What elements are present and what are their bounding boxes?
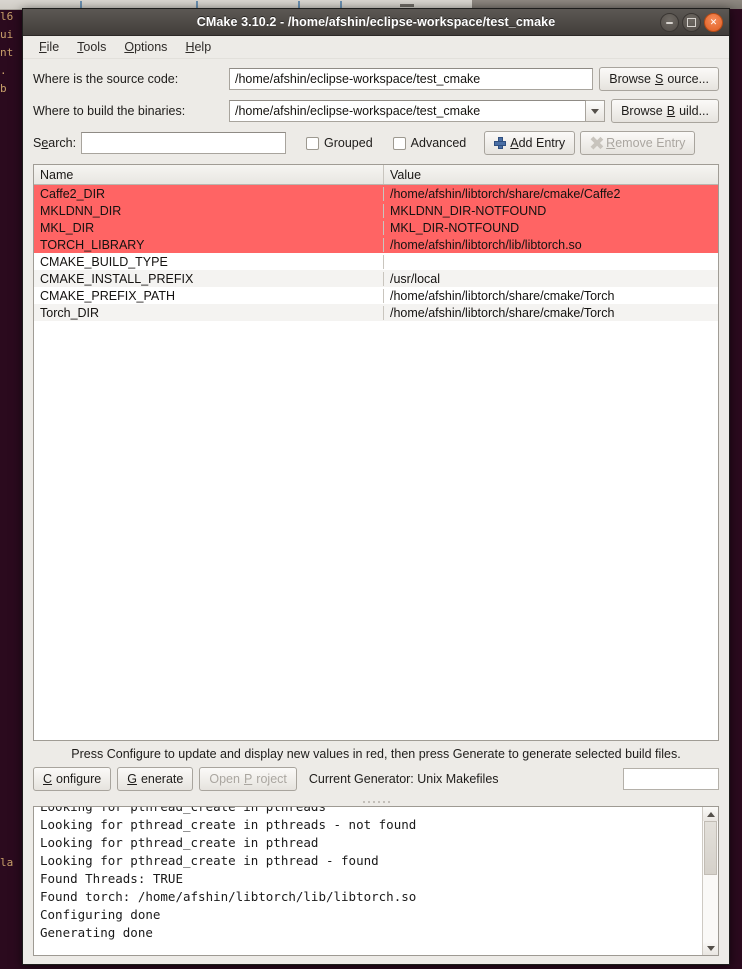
x-mark-icon [590,137,602,149]
cell-value[interactable]: /home/afshin/libtorch/share/cmake/Torch [384,289,718,303]
cell-name: CMAKE_INSTALL_PREFIX [34,271,384,286]
search-row: Search: Grouped Advanced Add Entry Remov… [33,129,719,157]
window-controls: ✕ [660,13,723,32]
path-form: Where is the source code: /home/afshin/e… [23,59,729,159]
remove-entry-button[interactable]: Remove Entry [580,131,696,155]
cell-value[interactable]: /home/afshin/libtorch/share/cmake/Caffe2 [384,187,718,201]
cell-value[interactable]: MKL_DIR-NOTFOUND [384,221,718,235]
menu-tools[interactable]: Tools [69,38,114,56]
cell-value[interactable]: MKLDNN_DIR-NOTFOUND [384,204,718,218]
cell-name: MKLDNN_DIR [34,203,384,218]
table-row[interactable]: CMAKE_BUILD_TYPE [34,253,718,270]
cell-value[interactable]: /usr/local [384,272,718,286]
open-project-button[interactable]: Open Project [199,767,297,791]
source-label: Where is the source code: [33,72,179,86]
table-row[interactable]: MKL_DIR MKL_DIR-NOTFOUND [34,219,718,236]
menubar: File Tools Options Help [23,36,729,59]
cell-name: TORCH_LIBRARY [34,237,384,252]
column-header-name[interactable]: Name [34,165,384,184]
table-row[interactable]: Caffe2_DIR/home/afshin/libtorch/share/cm… [34,185,718,202]
current-generator-label: Current Generator: Unix Makefiles [308,772,499,786]
table-header-row: Name Value [34,165,718,185]
table-body: Caffe2_DIR/home/afshin/libtorch/share/cm… [34,185,718,740]
cell-name: Caffe2_DIR [34,186,384,201]
table-row[interactable]: CMAKE_PREFIX_PATH/home/afshin/libtorch/s… [34,287,718,304]
progress-bar [623,768,719,790]
action-bar: Configure Generate Open Project Current … [23,765,729,797]
window-titlebar[interactable]: CMake 3.10.2 - /home/afshin/eclipse-work… [23,9,729,36]
table-row[interactable]: Torch_DIR/home/afshin/libtorch/share/cma… [34,304,718,321]
cell-name: CMAKE_BUILD_TYPE [34,254,384,269]
cell-name: MKL_DIR [34,220,384,235]
search-label: Search: [33,136,77,150]
cell-name: Torch_DIR [34,305,384,320]
scrollbar-thumb[interactable] [704,821,717,875]
cmake-main-window: CMake 3.10.2 - /home/afshin/eclipse-work… [22,8,730,965]
splitter-handle[interactable] [23,797,729,806]
output-log-text[interactable]: Looking for pthread_create in pthreads L… [34,807,702,955]
maximize-icon[interactable] [682,13,701,32]
window-title: CMake 3.10.2 - /home/afshin/eclipse-work… [196,15,556,29]
table-row[interactable]: TORCH_LIBRARY/home/afshin/libtorch/lib/l… [34,236,718,253]
advanced-label: Advanced [410,136,467,150]
cell-value[interactable]: /home/afshin/libtorch/lib/libtorch.so [384,238,718,252]
table-row[interactable]: CMAKE_INSTALL_PREFIX/usr/local [34,270,718,287]
advanced-checkbox[interactable]: Advanced [392,136,467,150]
source-row: Where is the source code: /home/afshin/e… [33,65,719,93]
menu-file[interactable]: File [31,38,67,56]
source-input[interactable]: /home/afshin/eclipse-workspace/test_cmak… [229,68,594,90]
build-row: Where to build the binaries: /home/afshi… [33,97,719,125]
close-icon[interactable]: ✕ [704,13,723,32]
chevron-down-icon[interactable] [586,100,606,122]
column-header-value[interactable]: Value [384,165,718,184]
scroll-down-icon[interactable] [703,941,718,955]
table-row[interactable]: MKLDNN_DIR MKLDNN_DIR-NOTFOUND [34,202,718,219]
plus-icon [494,137,507,149]
menu-help[interactable]: Help [177,38,219,56]
browse-source-button[interactable]: Browse Source... [599,67,719,91]
build-label: Where to build the binaries: [33,104,186,118]
grouped-checkbox[interactable]: Grouped [306,136,373,150]
hint-text: Press Configure to update and display ne… [71,747,681,761]
output-scrollbar[interactable] [702,807,718,955]
minimize-icon[interactable] [660,13,679,32]
background-terminal-text: l6 ui nt . b la [0,10,14,869]
add-entry-button[interactable]: Add Entry [484,131,576,155]
configure-button[interactable]: Configure [33,767,112,791]
checkbox-icon[interactable] [306,136,319,150]
cell-value[interactable]: /home/afshin/libtorch/share/cmake/Torch [384,306,718,320]
scrollbar-track[interactable] [703,821,718,941]
search-input[interactable] [81,132,286,154]
output-log-panel: Looking for pthread_create in pthreads L… [33,806,719,956]
scroll-up-icon[interactable] [703,807,718,821]
grouped-label: Grouped [324,136,373,150]
browse-build-button[interactable]: Browse Build... [611,99,719,123]
generate-button[interactable]: Generate [117,767,194,791]
build-input[interactable]: /home/afshin/eclipse-workspace/test_cmak… [229,100,587,122]
menu-options[interactable]: Options [116,38,175,56]
cache-table[interactable]: Name Value Caffe2_DIR/home/afshin/libtor… [33,164,719,741]
checkbox-icon[interactable] [392,136,406,150]
cell-name: CMAKE_PREFIX_PATH [34,288,384,303]
